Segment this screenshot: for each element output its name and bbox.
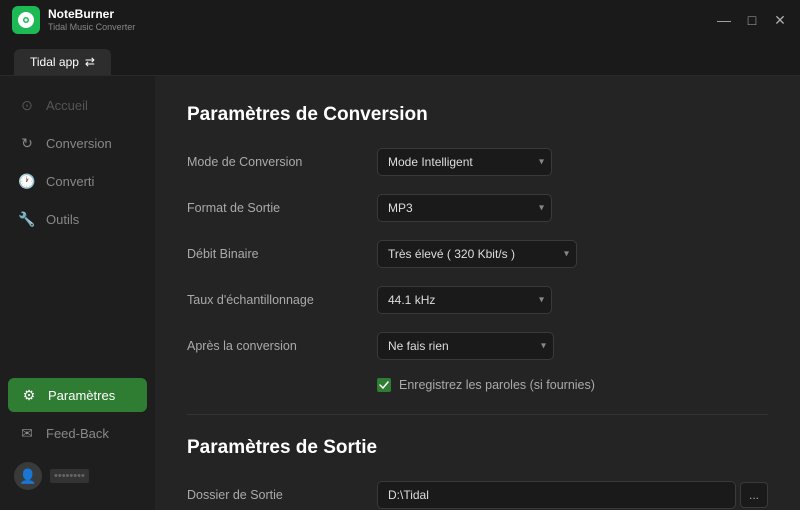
debit-binaire-label: Débit Binaire (187, 247, 377, 261)
sidebar-label-conversion: Conversion (46, 136, 112, 151)
sidebar-label-converti: Converti (46, 174, 94, 189)
dossier-sortie-label: Dossier de Sortie (187, 488, 377, 502)
apres-conversion-row: Après la conversion Ne fais rien Ouvrir … (187, 332, 768, 360)
browse-button[interactable]: ... (740, 482, 768, 508)
history-icon: 🕐 (18, 172, 36, 190)
tidal-app-tab[interactable]: Tidal app ⇄ (14, 49, 111, 75)
conversion-section-title: Paramètres de Conversion (187, 104, 768, 126)
app-name-main: NoteBurner (48, 7, 135, 21)
home-icon: ⊙ (18, 96, 36, 114)
apres-conversion-select[interactable]: Ne fais rien Ouvrir le dossier de sortie… (377, 332, 554, 360)
mode-conversion-select[interactable]: Mode Intelligent Mode YouTube (377, 148, 552, 176)
user-profile[interactable]: 👤 •••••••• (0, 452, 155, 500)
taux-echantillonnage-control: 44.1 kHz 48 kHz 96 kHz ▾ (377, 286, 768, 314)
dossier-sortie-input[interactable] (377, 481, 736, 509)
window-controls: — □ ✕ (716, 12, 788, 28)
divider-1 (187, 414, 768, 415)
debit-binaire-select[interactable]: Très élevé ( 320 Kbit/s ) Élevé ( 256 Kb… (377, 240, 577, 268)
close-button[interactable]: ✕ (772, 12, 788, 28)
logo-icon (18, 12, 34, 28)
maximize-button[interactable]: □ (744, 12, 760, 28)
apres-conversion-select-wrapper: Ne fais rien Ouvrir le dossier de sortie… (377, 332, 554, 360)
sidebar-item-accueil[interactable]: ⊙ Accueil (0, 86, 155, 124)
format-sortie-label: Format de Sortie (187, 201, 377, 215)
sortie-section-title: Paramètres de Sortie (187, 437, 768, 459)
mode-conversion-select-wrapper: Mode Intelligent Mode YouTube ▾ (377, 148, 552, 176)
conversion-icon: ↻ (18, 134, 36, 152)
sidebar-label-accueil: Accueil (46, 98, 88, 113)
user-name: •••••••• (50, 469, 89, 483)
taux-echantillonnage-label: Taux d'échantillonnage (187, 293, 377, 307)
sidebar-label-parametres: Paramètres (48, 388, 115, 403)
app-name-sub: Tidal Music Converter (48, 22, 135, 33)
feedback-icon: ✉ (18, 424, 36, 442)
apres-conversion-label: Après la conversion (187, 339, 377, 353)
title-bar: NoteBurner Tidal Music Converter — □ ✕ (0, 0, 800, 40)
lyrics-checkbox[interactable] (377, 378, 391, 392)
dossier-input-group: ... (377, 481, 768, 509)
lyrics-checkbox-label: Enregistrez les paroles (si fournies) (399, 378, 595, 392)
dossier-sortie-row: Dossier de Sortie ... (187, 481, 768, 509)
tools-icon: 🔧 (18, 210, 36, 228)
sidebar-label-outils: Outils (46, 212, 79, 227)
mode-conversion-row: Mode de Conversion Mode Intelligent Mode… (187, 148, 768, 176)
mode-conversion-label: Mode de Conversion (187, 155, 377, 169)
debit-binaire-select-wrapper: Très élevé ( 320 Kbit/s ) Élevé ( 256 Kb… (377, 240, 577, 268)
settings-content: Paramètres de Conversion Mode de Convers… (155, 76, 800, 510)
taux-echantillonnage-select-wrapper: 44.1 kHz 48 kHz 96 kHz ▾ (377, 286, 552, 314)
sidebar-item-parametres[interactable]: ⚙ Paramètres (8, 378, 147, 412)
sidebar-item-conversion[interactable]: ↻ Conversion (0, 124, 155, 162)
taux-echantillonnage-select[interactable]: 44.1 kHz 48 kHz 96 kHz (377, 286, 552, 314)
debit-binaire-control: Très élevé ( 320 Kbit/s ) Élevé ( 256 Kb… (377, 240, 768, 268)
format-sortie-control: MP3 AAC WAV FLAC AIFF ALAC ▾ (377, 194, 768, 222)
mode-conversion-control: Mode Intelligent Mode YouTube ▾ (377, 148, 768, 176)
sidebar: ⊙ Accueil ↻ Conversion 🕐 Converti 🔧 Outi… (0, 76, 155, 510)
tab-label: Tidal app (30, 55, 79, 69)
main-layout: ⊙ Accueil ↻ Conversion 🕐 Converti 🔧 Outi… (0, 76, 800, 510)
minimize-button[interactable]: — (716, 12, 732, 28)
sidebar-item-outils[interactable]: 🔧 Outils (0, 200, 155, 238)
taux-echantillonnage-row: Taux d'échantillonnage 44.1 kHz 48 kHz 9… (187, 286, 768, 314)
format-sortie-select-wrapper: MP3 AAC WAV FLAC AIFF ALAC ▾ (377, 194, 552, 222)
sidebar-label-feedback: Feed-Back (46, 426, 109, 441)
app-brand: NoteBurner Tidal Music Converter (12, 6, 135, 34)
debit-binaire-row: Débit Binaire Très élevé ( 320 Kbit/s ) … (187, 240, 768, 268)
format-sortie-select[interactable]: MP3 AAC WAV FLAC AIFF ALAC (377, 194, 552, 222)
user-avatar: 👤 (14, 462, 42, 490)
app-name: NoteBurner Tidal Music Converter (48, 7, 135, 32)
sidebar-item-feedback[interactable]: ✉ Feed-Back (0, 414, 155, 452)
apres-conversion-control: Ne fais rien Ouvrir le dossier de sortie… (377, 332, 768, 360)
format-sortie-row: Format de Sortie MP3 AAC WAV FLAC AIFF A… (187, 194, 768, 222)
settings-icon: ⚙ (20, 386, 38, 404)
dossier-sortie-control: ... (377, 481, 768, 509)
tab-bar: Tidal app ⇄ (0, 40, 800, 76)
sidebar-item-converti[interactable]: 🕐 Converti (0, 162, 155, 200)
lyrics-checkbox-row: Enregistrez les paroles (si fournies) (187, 378, 768, 392)
tab-icon: ⇄ (85, 55, 95, 69)
app-logo (12, 6, 40, 34)
